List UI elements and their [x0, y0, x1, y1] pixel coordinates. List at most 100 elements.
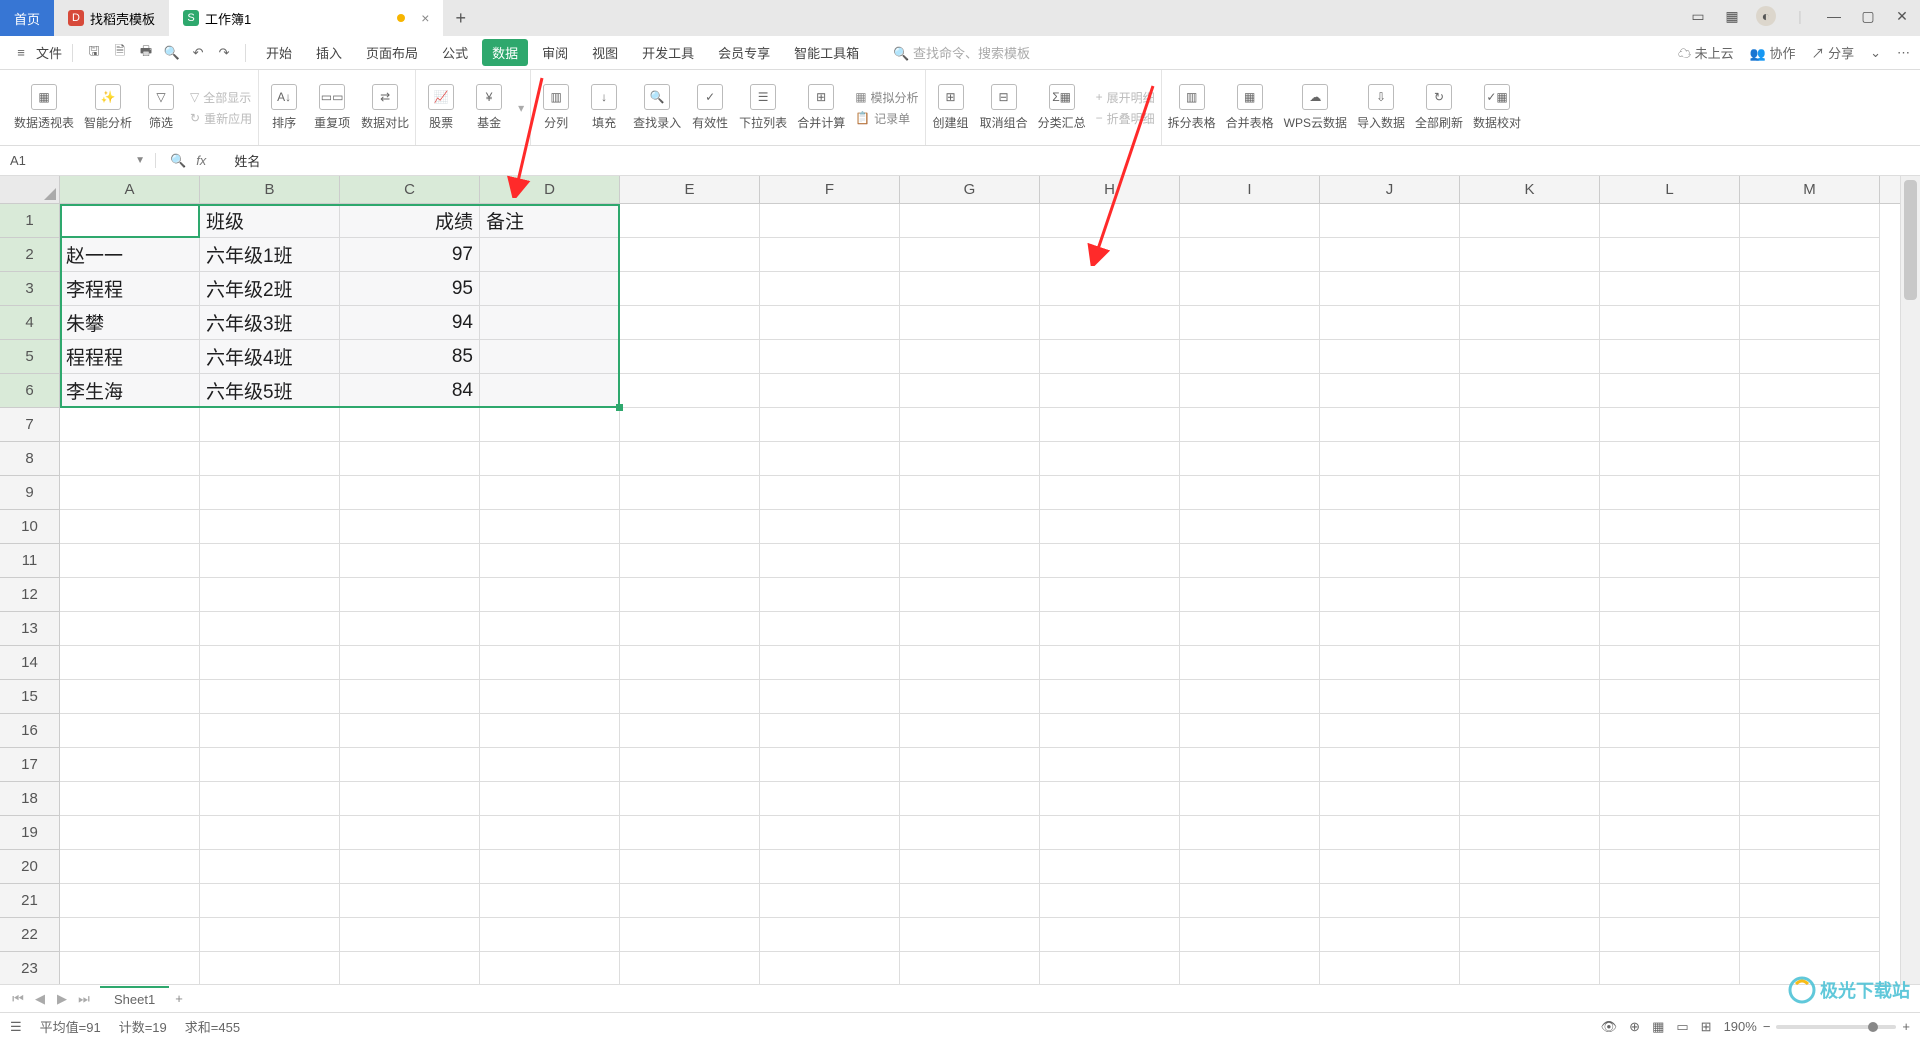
cell[interactable]	[60, 612, 200, 646]
cell[interactable]	[1180, 408, 1320, 442]
grid-icon[interactable]: ▦	[1722, 6, 1742, 26]
share-button[interactable]: ↗ 分享	[1811, 43, 1854, 62]
fill-button[interactable]: ↓填充	[585, 84, 623, 131]
cell[interactable]	[760, 680, 900, 714]
cell[interactable]	[1320, 646, 1460, 680]
cell[interactable]	[760, 204, 900, 238]
cell[interactable]	[480, 272, 620, 306]
cell[interactable]	[900, 408, 1040, 442]
col-header-H[interactable]: H	[1040, 176, 1180, 203]
cell[interactable]	[1320, 408, 1460, 442]
row-header[interactable]: 11	[0, 544, 60, 578]
cell[interactable]	[1740, 544, 1880, 578]
whatif-button[interactable]: ▦ 模拟分析	[855, 89, 918, 106]
wps-cloud-data-button[interactable]: ☁WPS云数据	[1284, 84, 1347, 131]
add-sheet-button[interactable]: +	[175, 991, 183, 1006]
menu-vip[interactable]: 会员专享	[708, 39, 780, 66]
expand-detail-button[interactable]: + 展开明细	[1096, 89, 1155, 106]
validation-button[interactable]: ✓有效性	[691, 84, 729, 131]
cell[interactable]	[760, 578, 900, 612]
cell[interactable]	[760, 272, 900, 306]
cell[interactable]	[1040, 816, 1180, 850]
cell[interactable]	[60, 680, 200, 714]
cell[interactable]	[1320, 510, 1460, 544]
cell[interactable]	[1040, 306, 1180, 340]
cell[interactable]	[900, 238, 1040, 272]
cell[interactable]	[1320, 578, 1460, 612]
row-header[interactable]: 16	[0, 714, 60, 748]
cell[interactable]	[1040, 408, 1180, 442]
chevron-down-icon[interactable]: ⌄	[1870, 45, 1881, 61]
cell[interactable]	[760, 544, 900, 578]
cell[interactable]	[620, 306, 760, 340]
row-header[interactable]: 3	[0, 272, 60, 306]
cell[interactable]	[1320, 952, 1460, 984]
cell[interactable]	[1320, 748, 1460, 782]
cell[interactable]	[340, 442, 480, 476]
record-form-button[interactable]: 📋 记录单	[855, 110, 918, 127]
cell[interactable]	[1600, 510, 1740, 544]
cell[interactable]	[620, 850, 760, 884]
cell[interactable]	[900, 748, 1040, 782]
cell[interactable]	[1740, 306, 1880, 340]
cell[interactable]	[1740, 442, 1880, 476]
cell[interactable]	[1040, 204, 1180, 238]
cell[interactable]	[1460, 340, 1600, 374]
tab-workbook[interactable]: S 工作簿1 ×	[169, 0, 443, 36]
cell[interactable]	[480, 510, 620, 544]
cell[interactable]	[1180, 476, 1320, 510]
cell[interactable]	[760, 850, 900, 884]
smart-analysis-button[interactable]: ✨智能分析	[84, 84, 132, 131]
cell[interactable]	[1740, 340, 1880, 374]
data-proof-button[interactable]: ✓▦数据校对	[1473, 84, 1521, 131]
cell[interactable]	[60, 442, 200, 476]
col-header-D[interactable]: D	[480, 176, 620, 203]
save-icon[interactable]: 🖫	[83, 42, 105, 64]
cell[interactable]	[760, 612, 900, 646]
col-header-M[interactable]: M	[1740, 176, 1880, 203]
reapply-button[interactable]: ↻ 重新应用	[190, 110, 252, 127]
cell[interactable]	[1040, 238, 1180, 272]
cell[interactable]	[760, 714, 900, 748]
cell[interactable]	[1320, 816, 1460, 850]
cell[interactable]	[1600, 680, 1740, 714]
cell[interactable]	[200, 952, 340, 984]
cell[interactable]	[1600, 408, 1740, 442]
cell[interactable]	[760, 510, 900, 544]
cell[interactable]	[340, 510, 480, 544]
stock-button[interactable]: 📈股票	[422, 84, 460, 131]
cell[interactable]	[480, 714, 620, 748]
cell[interactable]	[620, 408, 760, 442]
cell[interactable]	[900, 272, 1040, 306]
cell[interactable]	[1320, 272, 1460, 306]
cell[interactable]	[620, 782, 760, 816]
cell[interactable]	[480, 782, 620, 816]
scroll-thumb[interactable]	[1904, 180, 1917, 300]
consolidate-button[interactable]: ⊞合并计算	[797, 84, 845, 131]
cell[interactable]: 六年级5班	[200, 374, 340, 408]
row-header[interactable]: 17	[0, 748, 60, 782]
dropdown-list-button[interactable]: ☰下拉列表	[739, 84, 787, 131]
cell[interactable]	[480, 442, 620, 476]
coop-button[interactable]: 👥 协作	[1750, 43, 1796, 62]
cell[interactable]	[1460, 476, 1600, 510]
sheet-nav-prev-icon[interactable]: ◀	[30, 991, 50, 1007]
menu-devtools[interactable]: 开发工具	[632, 39, 704, 66]
cell[interactable]	[1180, 816, 1320, 850]
cell[interactable]	[1320, 612, 1460, 646]
cell[interactable]	[900, 782, 1040, 816]
cell[interactable]	[1040, 578, 1180, 612]
cell[interactable]	[60, 714, 200, 748]
cell[interactable]	[620, 340, 760, 374]
cell[interactable]	[480, 918, 620, 952]
cell[interactable]	[480, 612, 620, 646]
cell[interactable]	[1460, 748, 1600, 782]
view-break-icon[interactable]: ⊞	[1701, 1019, 1712, 1035]
cell[interactable]: 李程程	[60, 272, 200, 306]
cell[interactable]	[1180, 748, 1320, 782]
fund-button[interactable]: ¥基金	[470, 84, 508, 131]
cell[interactable]	[340, 952, 480, 984]
cell[interactable]	[1320, 680, 1460, 714]
cell[interactable]	[200, 442, 340, 476]
cell[interactable]	[60, 510, 200, 544]
